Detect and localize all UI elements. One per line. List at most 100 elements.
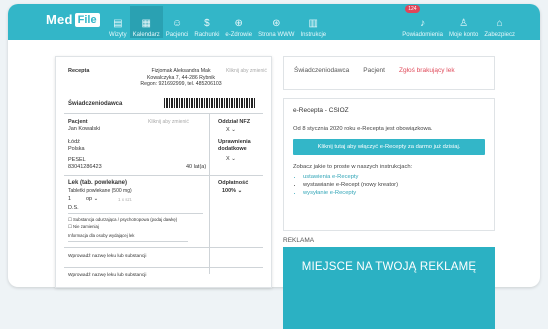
chevron-down-icon: ⌄ — [231, 127, 236, 133]
drug-search-input-1[interactable]: Wprowadź nazwę leku lub substancji — [68, 254, 146, 259]
ad-text: MIEJSCE NA TWOJĄ REKLAMĘ — [301, 261, 477, 273]
erecepta-title: e-Recepta - CSIOZ — [293, 107, 349, 114]
ad-banner[interactable]: MIEJSCE NA TWOJĄ REKLAMĘ — [283, 247, 495, 329]
refund-value: 100% — [222, 188, 237, 194]
refund-label: Odpłatność — [218, 180, 249, 186]
nav-kalendarz[interactable]: ▦ Kalendarz — [129, 6, 163, 38]
provider-label: Świadczeniodawca — [68, 101, 123, 107]
unit-value: op — [86, 196, 93, 202]
right-nav: 124 ♪ Powiadomienia ♙ Moje konto ⌂ Zabezpiec… — [399, 5, 518, 38]
patient-country: Polska — [68, 146, 85, 152]
dollar-icon: $ — [204, 18, 210, 29]
drug-search-input-2[interactable]: Wprowadź nazwę leku lub substancji — [68, 273, 146, 278]
ad-label: REKLAMA — [283, 237, 315, 244]
nav-rachunki[interactable]: $ Rachunki — [191, 6, 222, 38]
document-icon: ▥ — [308, 18, 318, 29]
nav-label: Instrukcje — [300, 32, 327, 38]
patients-icon: ☺ — [171, 18, 183, 29]
chevron-down-icon: ⌄ — [237, 188, 243, 194]
divider — [64, 175, 263, 176]
nav-instrukcje[interactable]: ▥ Instrukcje — [297, 6, 329, 38]
erecepta-info-card: e-Recepta - CSIOZ Od 8 stycznia 2020 rok… — [283, 98, 495, 231]
nfz-select[interactable]: X ⌄ — [226, 127, 236, 133]
patient-name: Jan Kowalski — [68, 126, 101, 132]
chevron-down-icon: ⌄ — [93, 196, 99, 202]
nav-label: Rachunki — [194, 32, 220, 38]
chevron-down-icon: ⌄ — [231, 156, 236, 162]
entitlements-select[interactable]: X ⌄ — [226, 156, 236, 162]
nav-wizyty[interactable]: ▤ Wizyty — [106, 6, 130, 38]
instructions-intro: Zobacz jakie to proste w naszych instruk… — [293, 164, 413, 170]
nav-label: e-Zdrowie — [225, 32, 253, 38]
nav-label: Zabezpiecz — [484, 32, 515, 38]
nav-strona-www[interactable]: ⊛ Strona WWW — [255, 6, 297, 38]
divider — [64, 267, 263, 268]
nav-label: Strona WWW — [258, 32, 295, 38]
nav-e-zdrowie[interactable]: ⊕ e-Zdrowie — [222, 6, 255, 38]
narcotic-checkbox-label: Substancja odurzająca / psychotropowa (p… — [73, 217, 178, 222]
clinic-stamp[interactable]: Fizjomak Aleksandra Mak Kowalczyka 7, 44… — [136, 68, 226, 88]
nfz-label: Oddział NFZ — [218, 119, 251, 125]
pharmacist-note[interactable]: Informacja dla osoby wydającej lek — [68, 233, 134, 238]
tabs-card: Świadczeniodawca Pacjent Zgłoś brakujący… — [283, 56, 495, 90]
nav-powiadomienia[interactable]: 124 ♪ Powiadomienia — [399, 5, 446, 38]
pesel-value: 83041286423 — [68, 164, 102, 170]
erecepta-intro: Od 8 stycznia 2020 roku e-Recepta jest o… — [293, 126, 433, 132]
enable-erecepta-button[interactable]: Kliknij tutaj aby włączyć e-Recepty za d… — [293, 139, 485, 155]
instructions-list: ustawienia e-Recepty wystawianie e-Recep… — [293, 173, 485, 197]
nav-label: Wizyty — [109, 32, 127, 38]
patient-age: 40 lat(a) — [186, 164, 207, 170]
no-substitute-label: Nie zamieniaj — [73, 224, 99, 229]
divider — [64, 113, 263, 114]
nfz-value: X — [226, 127, 230, 133]
nav-zabezpiecz[interactable]: ⌂ Zabezpiecz — [481, 6, 518, 38]
notification-badge: 124 — [405, 5, 420, 13]
calendar-icon: ▤ — [113, 18, 123, 29]
top-navigation-bar: Med File ▤ Wizyty ▦ Kalendarz ☺ Pacjenci $ R… — [8, 4, 540, 40]
bell-icon: ♪ — [420, 18, 426, 29]
grid-calendar-icon: ▦ — [141, 18, 151, 29]
user-icon: ♙ — [459, 18, 469, 29]
entitlements-value: X — [226, 156, 230, 162]
tab-provider[interactable]: Świadczeniodawca — [294, 67, 349, 79]
patient-city: Łódź — [68, 139, 80, 145]
divider — [64, 247, 263, 248]
tab-report-missing-drug[interactable]: Zgłoś brakujący lek — [399, 67, 455, 79]
medfile-logo[interactable]: Med File — [46, 12, 100, 27]
nav-pacjenci[interactable]: ☺ Pacjenci — [163, 6, 192, 38]
divider — [68, 241, 188, 242]
nav-label: Powiadomienia — [402, 32, 443, 38]
right-column: Świadczeniodawca Pacjent Zgłoś brakujący… — [283, 56, 495, 329]
logo-box: File — [74, 12, 100, 27]
narcotic-checkbox[interactable]: ☐ Substancja odurzająca / psychotropowa … — [68, 217, 177, 223]
dosage-input[interactable]: D.S. — [68, 205, 79, 211]
instruction-link[interactable]: wystawianie e-Recept (nowy kreator) — [303, 181, 485, 189]
nav-moje-konto[interactable]: ♙ Moje konto — [446, 6, 481, 38]
tab-patient[interactable]: Pacjent — [363, 67, 385, 79]
prescription-form: Recepta Fizjomak Aleksandra Mak Kowalczy… — [55, 56, 272, 288]
entitlements-label: Uprawnienia dodatkowe — [218, 139, 251, 152]
nav-label: Moje konto — [448, 32, 479, 38]
click-to-edit-provider[interactable]: Kliknij aby zmienić — [226, 68, 267, 74]
barcode — [164, 98, 256, 108]
no-substitute-checkbox[interactable]: ☐ Nie zamieniaj — [68, 224, 99, 230]
instruction-link[interactable]: ustawienia e-Recepty — [303, 173, 485, 181]
patient-label: Pacjent — [68, 119, 88, 125]
globe-icon: ⊛ — [272, 18, 281, 29]
recepta-heading: Recepta — [68, 68, 90, 74]
instruction-link[interactable]: wysyłanie e-Recepty — [303, 189, 485, 197]
main-nav: ▤ Wizyty ▦ Kalendarz ☺ Pacjenci $ Rachunki ⊕… — [106, 6, 329, 38]
refund-select[interactable]: 100% ⌄ — [222, 188, 242, 194]
quantity-input[interactable]: 1 — [68, 196, 71, 202]
lock-icon: ⌂ — [496, 18, 503, 29]
drug-name[interactable]: Lek (tab. powlekane) — [68, 180, 127, 186]
drug-description: Tabletki powlekane (500 mg) — [68, 188, 132, 194]
divider — [68, 213, 203, 214]
health-icon: ⊕ — [234, 18, 243, 29]
unit-select[interactable]: op ⌄ — [86, 196, 98, 202]
nav-label: Pacjenci — [165, 32, 189, 38]
logo-text: Med — [46, 12, 73, 27]
pesel-label: PESEL — [68, 157, 86, 163]
click-to-edit-patient[interactable]: Kliknij aby zmienić — [148, 119, 189, 125]
quantity-note: 1 x szt. — [118, 197, 133, 202]
